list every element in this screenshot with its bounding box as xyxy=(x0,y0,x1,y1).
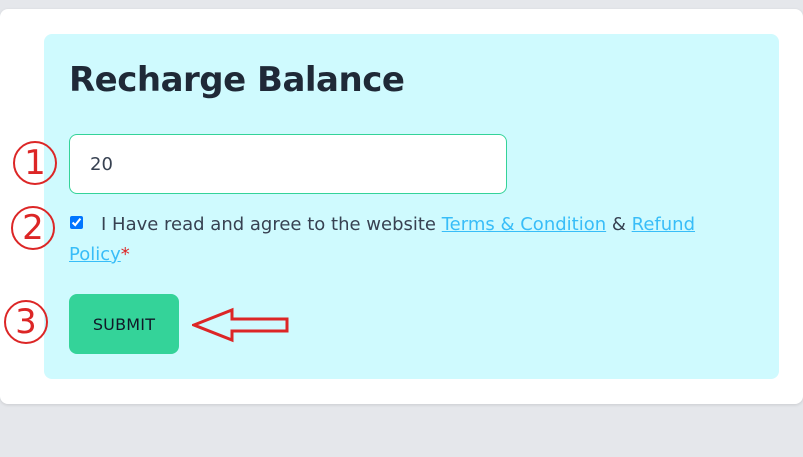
agree-label: I Have read and agree to the website Ter… xyxy=(69,210,749,270)
page: Recharge Balance I Have read and agree t… xyxy=(0,0,803,457)
agree-connector-text: & xyxy=(611,214,626,235)
required-mark: * xyxy=(120,244,130,265)
left-arrow-icon xyxy=(192,307,289,343)
terms-link[interactable]: Terms & Condition xyxy=(442,214,606,235)
amount-input[interactable] xyxy=(69,134,507,194)
page-title: Recharge Balance xyxy=(69,60,405,100)
agree-prefix-text: I Have read and agree to the website xyxy=(101,214,437,235)
step-marker-2: 2 xyxy=(11,206,55,250)
submit-button[interactable]: SUBMIT xyxy=(69,294,179,354)
step-marker-1: 1 xyxy=(13,141,57,185)
step-marker-3: 3 xyxy=(4,300,48,344)
